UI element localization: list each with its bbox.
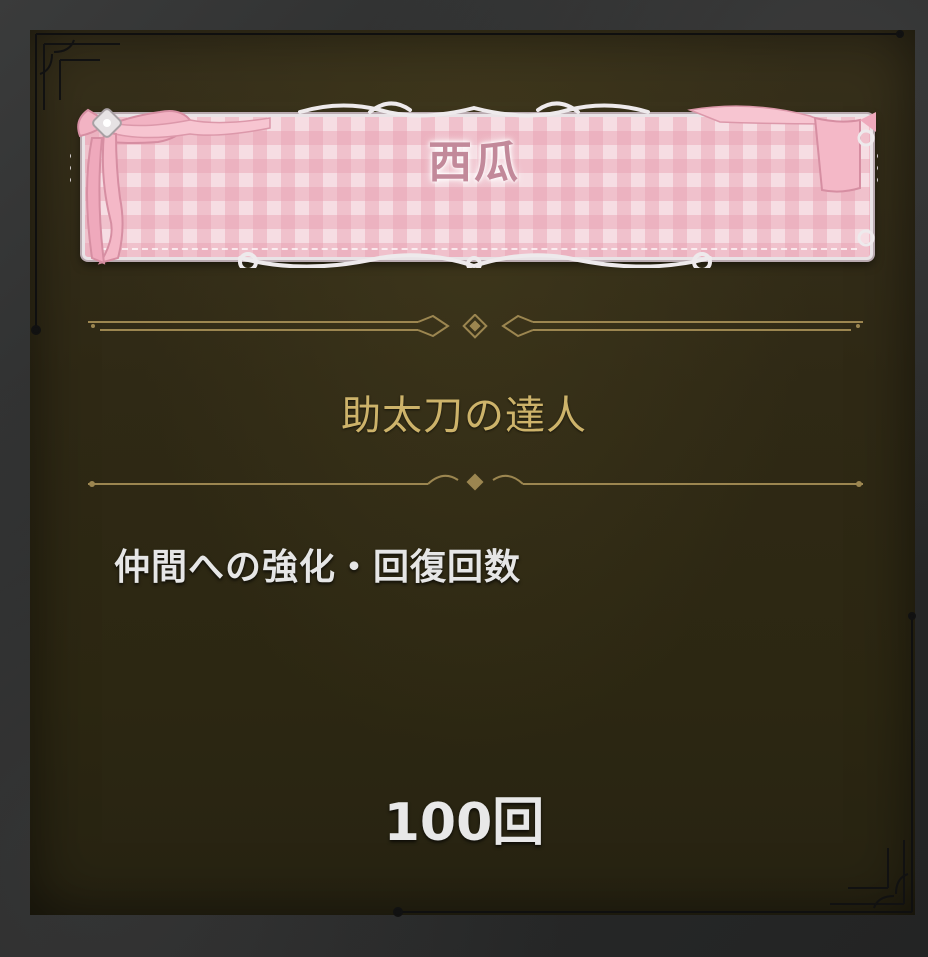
- name-plate: 西瓜: [70, 98, 878, 268]
- achievement-condition: 仲間への強化・回復回数: [114, 547, 522, 588]
- player-name: 西瓜: [428, 137, 520, 188]
- divider-top: [88, 314, 863, 339]
- top-scroll-ornament: [298, 101, 650, 118]
- divider-bottom: [88, 473, 863, 491]
- achievement-title: 助太刀の達人: [341, 393, 587, 439]
- achievement-count: 100回: [383, 793, 545, 853]
- bottom-scroll-ornament: [238, 252, 712, 268]
- achievement-screen: 西瓜 助太刀の達人 仲間への強化・回復回数 100回: [0, 0, 928, 957]
